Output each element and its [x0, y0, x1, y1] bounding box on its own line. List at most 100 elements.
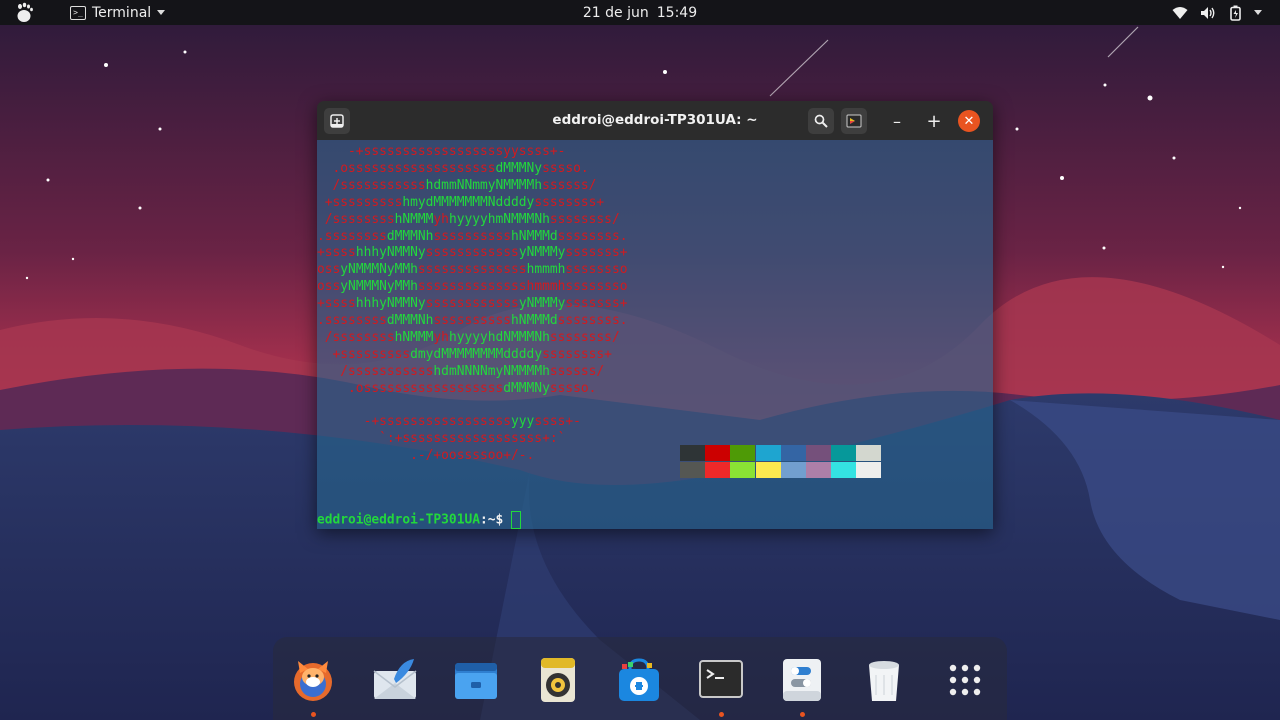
ascii-logo-segment: ssssssssssssss — [417, 262, 527, 278]
ascii-logo-line: -+ssssssssssssssssssyyssss+- — [317, 143, 565, 160]
ascii-logo-segment: ssssssssss — [433, 228, 512, 244]
dock-item-app-grid[interactable] — [940, 655, 990, 705]
ascii-logo-segment: -+sssssssssssssssss — [317, 414, 512, 430]
new-tab-button[interactable] — [324, 108, 350, 134]
ascii-logo-segment: /sssssssssss — [317, 363, 434, 379]
palette-swatch — [705, 445, 731, 461]
ascii-logo-line: .osssssssssssssssssssdMMMNysssso. — [317, 160, 589, 177]
dock-item-settings[interactable] — [777, 655, 827, 717]
terminal-icon — [696, 655, 746, 709]
ascii-logo-line: .ossssssssssssssssssdMMMNysssso. — [317, 380, 596, 397]
ascii-logo-segment: oss — [317, 262, 341, 278]
palette-swatch — [730, 445, 756, 461]
ascii-logo-line: ossyNMMMNyMMhsssssssssssssshmmmhssssssso — [317, 278, 627, 295]
dock-item-trash[interactable] — [859, 655, 909, 705]
ascii-logo-segment: hdmNNNNmyNMMMMh — [433, 363, 550, 379]
ascii-logo-segment: ssssssss. — [557, 313, 628, 328]
ascii-logo-segment: yh — [433, 211, 449, 227]
ascii-logo-segment: sssso. — [542, 160, 589, 176]
maximize-button[interactable]: + — [921, 108, 947, 134]
ascii-logo-segment: dMMMNy — [495, 160, 543, 176]
settings-icon — [777, 655, 827, 709]
palette-swatch — [856, 445, 882, 461]
search-icon — [814, 114, 828, 128]
trash-icon — [859, 655, 909, 709]
shell-prompt[interactable]: eddroi@eddroi-TP301UA:~$ — [317, 511, 522, 529]
running-indicator — [718, 712, 724, 717]
dock-item-mail[interactable] — [370, 655, 420, 705]
ascii-logo-segment: hdmmNNmmyNMMMMh — [425, 177, 543, 193]
ascii-logo-segment: ssss+- — [534, 414, 581, 430]
ascii-logo-segment: -+ssssssssssssssssssyyssss+- — [317, 144, 566, 159]
ascii-logo-segment: ssssssss/ — [549, 329, 620, 345]
ascii-logo-segment: ssssssss/ — [549, 211, 620, 227]
app-grid-icon — [940, 655, 990, 709]
ascii-logo-line: -+sssssssssssssssssyyyssss+- — [317, 413, 581, 430]
palette-swatch — [730, 462, 756, 478]
palette-swatch — [806, 462, 831, 478]
window-titlebar[interactable]: eddroi@eddroi-TP301UA: ~ – + ✕ — [317, 101, 993, 140]
palette-swatch — [831, 445, 857, 461]
minimize-icon: – — [893, 111, 901, 131]
ascii-logo-line: .ssssssssdMMMNhsssssssssshNMMMdssssssss. — [317, 312, 627, 329]
chevron-down-icon — [1254, 10, 1262, 15]
ascii-logo-segment: yNMMMy — [518, 245, 566, 261]
palette-swatch — [780, 462, 806, 478]
ascii-logo-line: /sssssssshNMMMyhhyyyyhmNMMMNhssssssss/ — [317, 211, 620, 228]
menu-button[interactable] — [841, 108, 867, 134]
ascii-logo-segment: sssssssssssssshmmmhssssssso — [417, 279, 628, 295]
ascii-logo-segment: sssssss+ — [565, 245, 628, 261]
dock-item-software-center[interactable] — [614, 655, 664, 705]
ascii-logo-line: +ssssssssshmydMMMMMMMNddddyssssssss+ — [317, 194, 604, 211]
ascii-logo-segment: /ssssssss — [317, 329, 395, 345]
running-indicator — [311, 712, 316, 717]
ascii-logo-segment: ssssssssss — [433, 313, 512, 328]
dock-item-music-player[interactable] — [533, 655, 583, 705]
system-tray[interactable] — [1172, 0, 1262, 25]
ascii-logo-segment: MMMMMMMMddddy — [441, 346, 543, 362]
ascii-logo-segment: .ssssssss — [317, 228, 387, 244]
terminal-window[interactable]: eddroi@eddroi-TP301UA: ~ – + ✕ -+sssssss… — [317, 101, 993, 529]
clock[interactable]: 21 de jun 15:49 — [0, 0, 1280, 25]
prompt-user: eddroi@eddroi-TP301UA — [317, 512, 480, 528]
ascii-logo-segment: .osssssssssssssssssss — [317, 160, 496, 176]
ascii-logo-segment: dMMMNy — [503, 380, 550, 396]
ascii-logo-segment: +sssssssss — [317, 346, 411, 362]
ascii-logo-line: +sssssssssdmydMMMMMMMMddddyssssssss+ — [317, 346, 612, 363]
terminal-output[interactable]: -+ssssssssssssssssssyyssss+- .osssssssss… — [317, 140, 993, 529]
dock — [273, 637, 1007, 720]
palette-swatch — [680, 445, 705, 461]
palette-swatch — [831, 462, 857, 478]
dock-item-firefox[interactable] — [288, 655, 338, 717]
palette-swatch — [780, 445, 806, 461]
ascii-logo-segment: yyy — [511, 414, 535, 430]
dock-item-terminal[interactable] — [696, 655, 746, 717]
ascii-logo-line: /ssssssssssshdmNNNNmyNMMMMhssssss/ — [317, 363, 604, 380]
ascii-logo-segment: yNMMMy — [518, 296, 566, 312]
prompt-path: :~$ — [479, 512, 504, 528]
palette-swatch — [856, 462, 882, 478]
ascii-logo-segment: oss — [317, 279, 341, 295]
ascii-logo-segment: .-/+oossssoo+/-. — [317, 448, 535, 464]
palette-swatch — [806, 445, 831, 461]
ascii-logo-segment: MMMMMMMNddddy — [433, 194, 535, 210]
ascii-logo-segment: ssssssso — [565, 262, 628, 278]
ascii-logo-segment: ssssssssssss — [425, 296, 519, 312]
new-tab-icon — [330, 114, 344, 128]
ascii-logo-line: .ssssssssdMMMNhsssssssssshNMMMdssssssss. — [317, 228, 627, 245]
ascii-logo-segment: hhhyNMMNy — [355, 296, 426, 312]
ascii-logo-segment: .ssssssss — [317, 313, 387, 328]
wifi-icon — [1172, 6, 1188, 19]
ascii-logo-segment: hyyyyhmNMMMNh — [448, 211, 550, 227]
palette-swatch — [680, 462, 705, 478]
running-indicator — [800, 712, 805, 717]
close-button[interactable]: ✕ — [958, 110, 980, 132]
files-icon — [451, 655, 501, 709]
ascii-logo-segment: +sssssssss — [317, 194, 403, 210]
firefox-icon — [288, 655, 338, 709]
dock-item-files[interactable] — [451, 655, 501, 705]
minimize-button[interactable]: – — [884, 108, 910, 134]
ascii-logo-segment: +ssss — [317, 296, 356, 312]
search-button[interactable] — [808, 108, 834, 134]
palette-swatch — [755, 462, 781, 478]
